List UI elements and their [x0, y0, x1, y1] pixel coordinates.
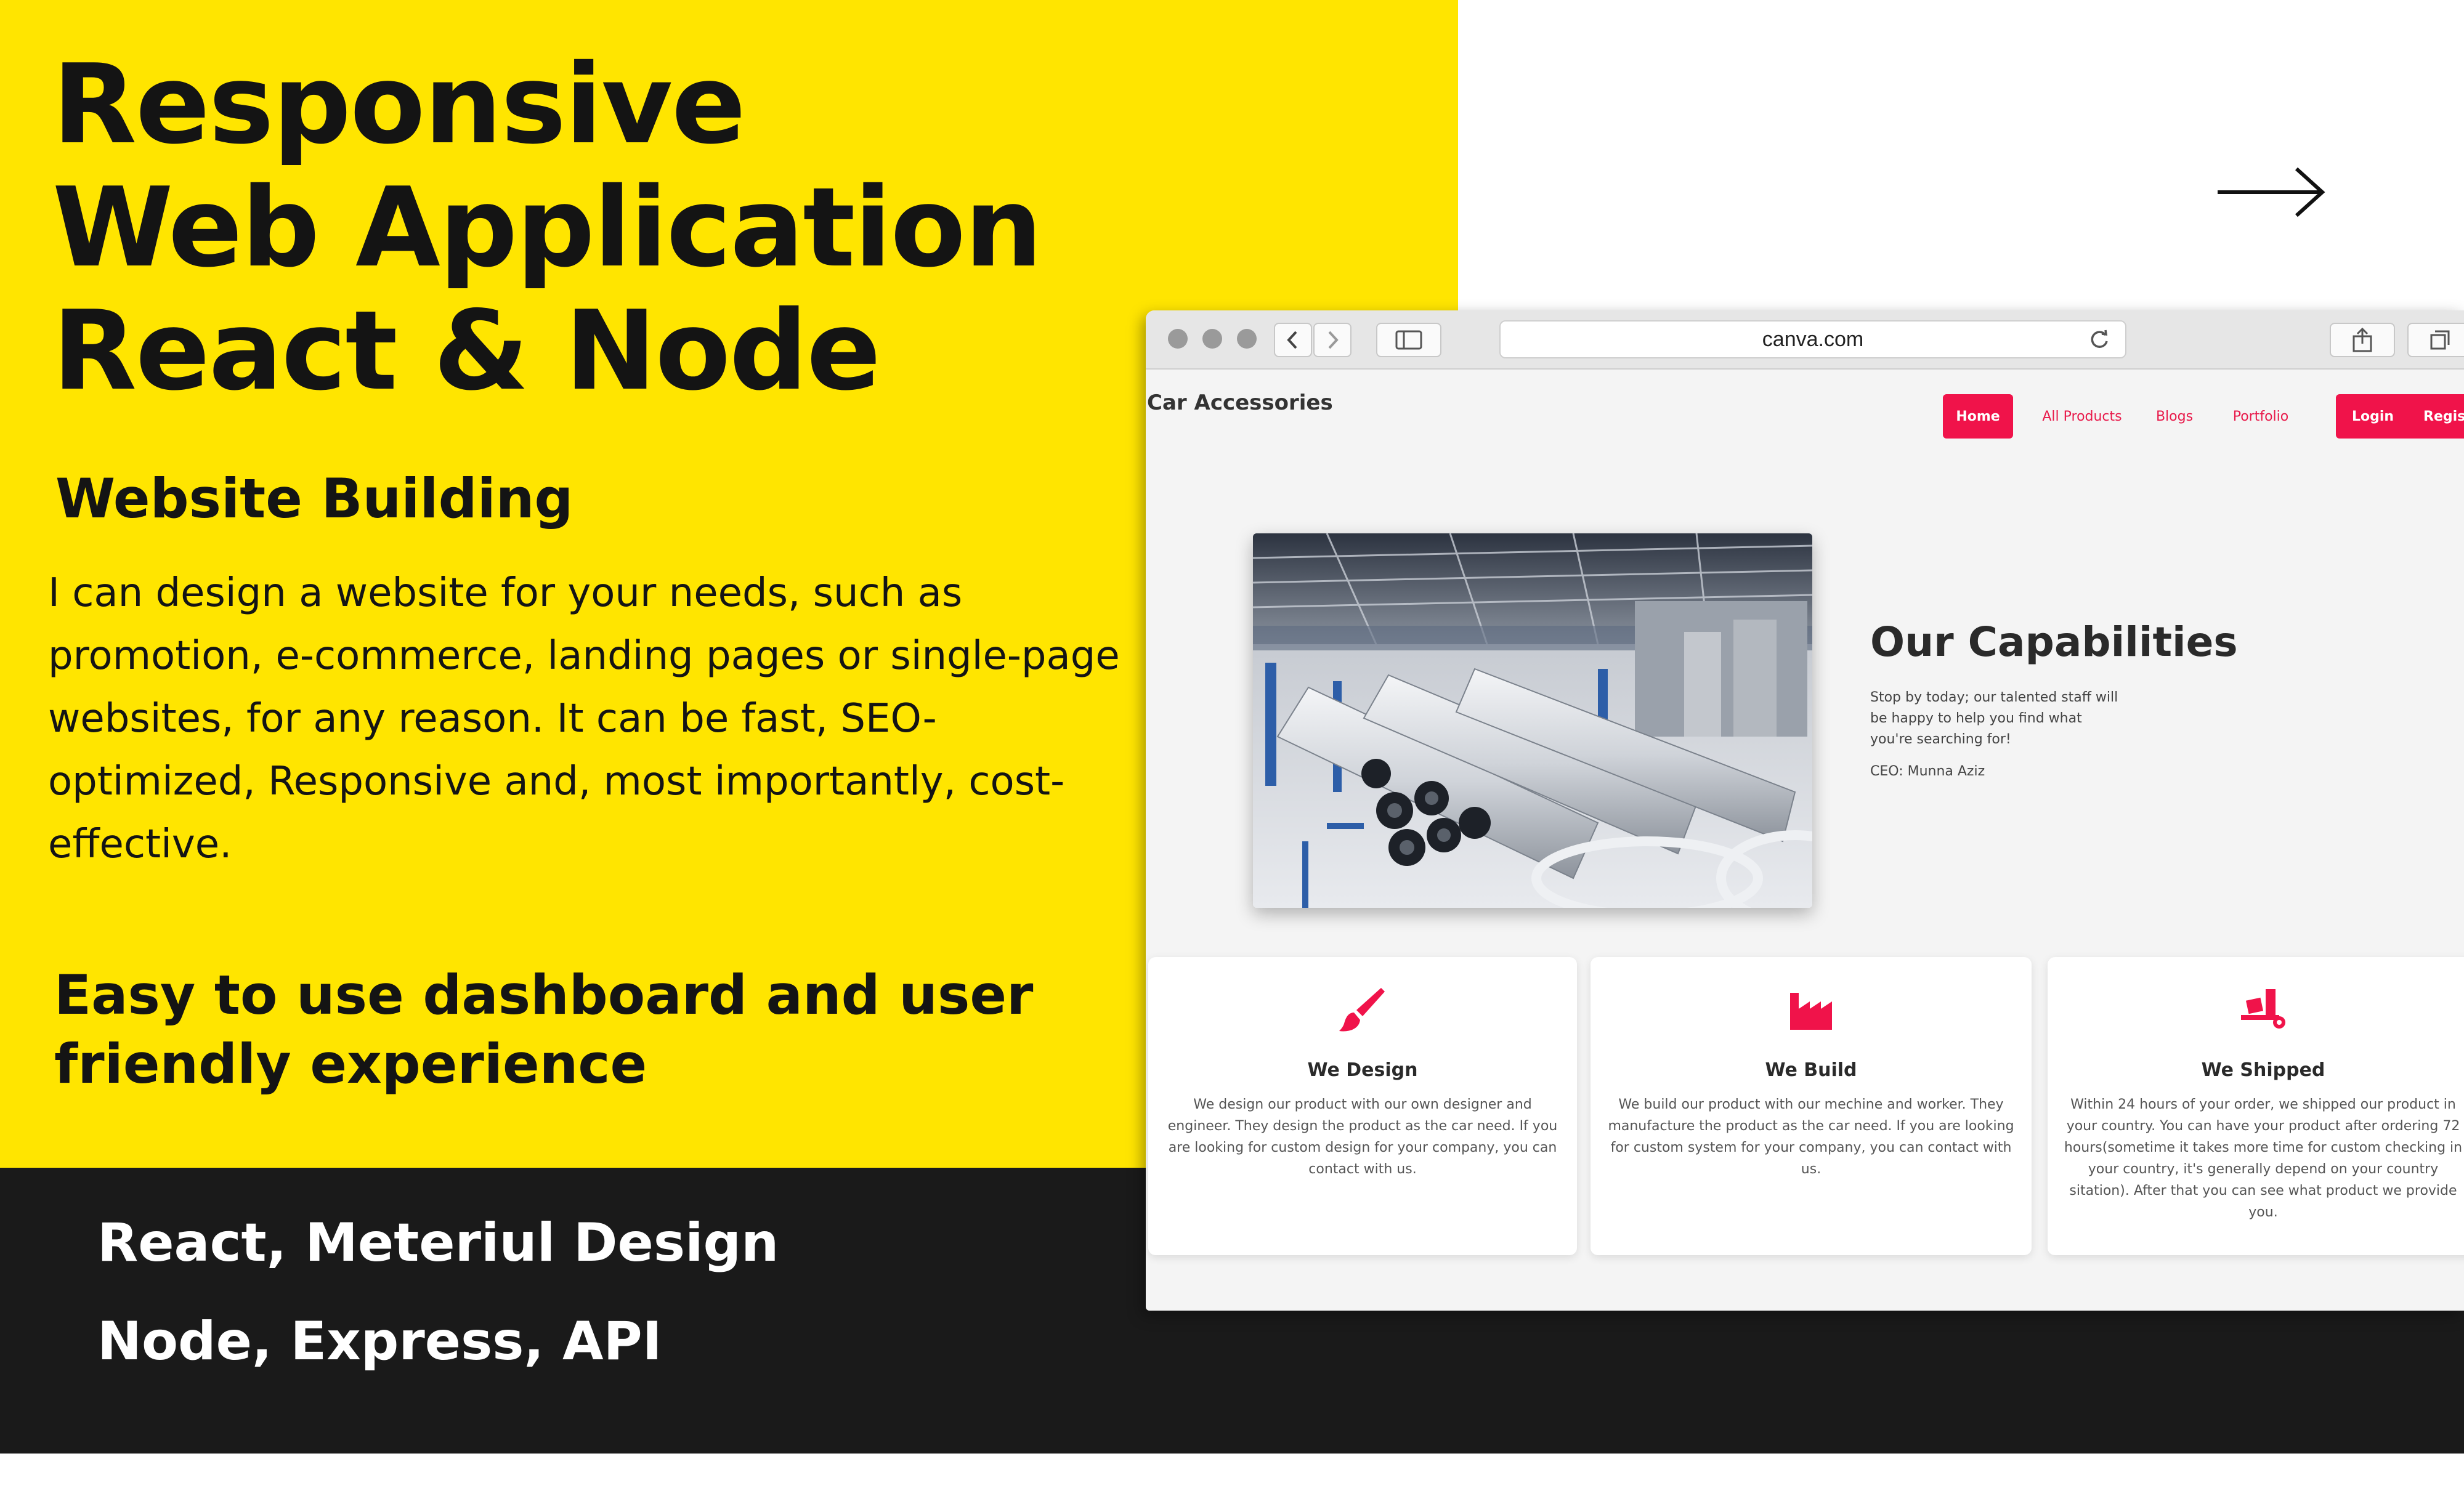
section-subtitle: Website Building	[55, 467, 573, 530]
hero-title-line-2: Web Application	[52, 164, 1042, 291]
card-text: We build our product with our mechine an…	[1608, 1097, 2014, 1177]
hero-title-line-1: Responsive	[52, 41, 746, 168]
tabs-icon	[2430, 330, 2450, 350]
browser-window: canva.com Car Accessories Home All Produ…	[1146, 310, 2464, 1311]
login-button[interactable]: Login	[2336, 394, 2410, 439]
share-icon	[2353, 328, 2372, 352]
card-text: Within 24 hours of your order, we shippe…	[2064, 1097, 2463, 1220]
card-title: We Shipped	[2201, 1059, 2325, 1081]
truck-loading-icon	[2241, 989, 2285, 1029]
window-close-dot[interactable]	[1168, 329, 1188, 349]
hero-title: Responsive Web Application React & Node	[52, 41, 1042, 414]
nav-blogs[interactable]: Blogs	[2144, 394, 2205, 439]
paintbrush-icon	[1339, 988, 1385, 1032]
dashboard-text: Easy to use dashboard and user friendly …	[54, 963, 1034, 1096]
factory-illustration	[1253, 533, 1812, 908]
card-text: We design our product with our own desig…	[1167, 1097, 1558, 1177]
window-zoom-dot[interactable]	[1237, 329, 1257, 349]
capabilities-text: Stop by today; our talented staff will b…	[1870, 690, 2118, 747]
window-minimize-dot[interactable]	[1202, 329, 1222, 349]
card-title: We Build	[1765, 1059, 1857, 1081]
arrow-right-icon	[2218, 167, 2325, 217]
register-button[interactable]: Register	[2410, 394, 2464, 439]
nav-all-products[interactable]: All Products	[2033, 394, 2131, 439]
address-bar[interactable]: canva.com	[1499, 320, 2126, 358]
nav-portfolio[interactable]: Portfolio	[2218, 394, 2304, 439]
capabilities-title: Our Capabilities	[1870, 618, 2238, 666]
factory-icon	[1790, 993, 1832, 1030]
card-title: We Design	[1307, 1059, 1418, 1081]
stack-backend: Node, Express, API	[97, 1311, 662, 1372]
factory-photo	[1253, 533, 1812, 908]
capabilities-ceo: CEO: Munna Aziz	[1870, 764, 1985, 779]
card-we-shipped: We Shipped Within 24 hours of your order…	[2048, 957, 2464, 1255]
chevron-right-icon	[1328, 331, 1339, 349]
bottom-strip	[0, 1454, 2464, 1488]
sidebar-toggle-button[interactable]	[1376, 323, 1441, 357]
site-brand[interactable]: Car Accessories	[1147, 390, 1333, 415]
share-button[interactable]	[2330, 323, 2395, 357]
tabs-button[interactable]	[2407, 323, 2464, 357]
browser-toolbar: canva.com	[1146, 310, 2464, 370]
hero-title-line-3: React & Node	[52, 287, 881, 414]
forward-button[interactable]	[1313, 323, 1352, 357]
site-navbar: Car Accessories Home All Products Blogs …	[1146, 372, 2464, 443]
chevron-left-icon	[1287, 331, 1297, 349]
sidebar-icon	[1395, 330, 1422, 350]
nav-home[interactable]: Home	[1943, 394, 2013, 439]
stack-frontend: React, Meteriul Design	[97, 1212, 779, 1274]
reload-icon[interactable]	[2087, 328, 2112, 352]
address-text: canva.com	[1762, 327, 1864, 351]
back-button[interactable]	[1274, 323, 1312, 357]
card-we-design: We Design We design our product with our…	[1148, 957, 1577, 1255]
description-text: I can design a website for your needs, s…	[48, 570, 1120, 867]
card-we-build: We Build We build our product with our m…	[1591, 957, 2032, 1255]
